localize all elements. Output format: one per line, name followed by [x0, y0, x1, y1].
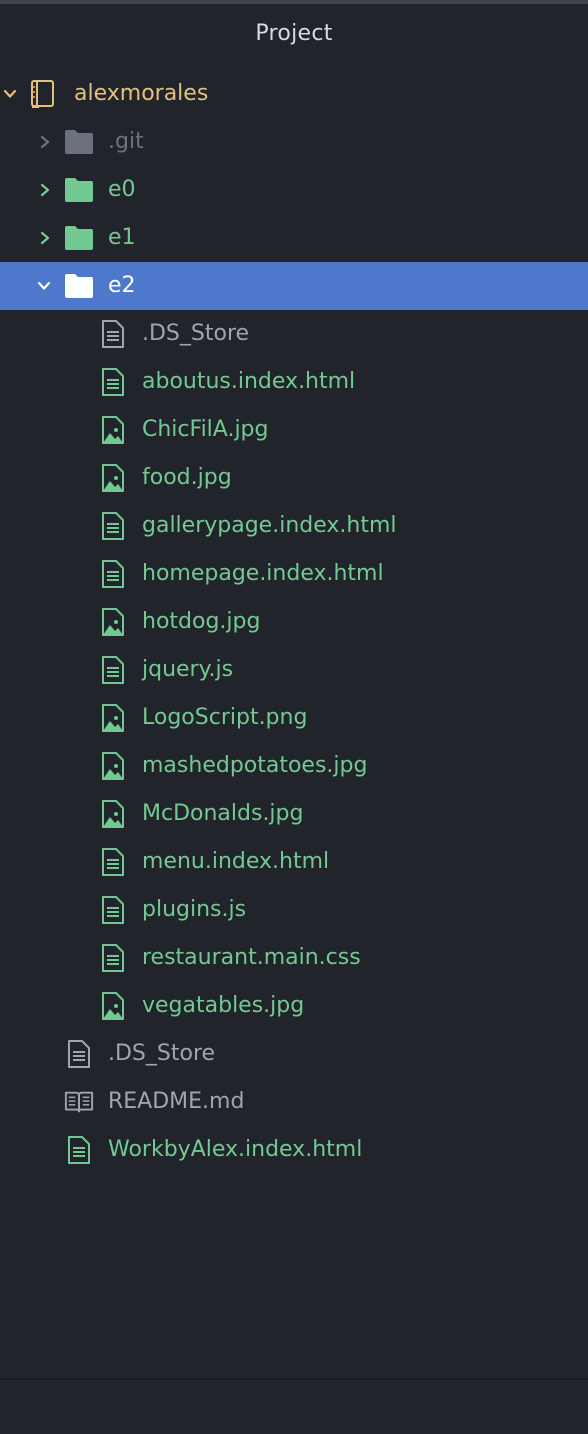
file-row[interactable]: menu.index.html: [0, 838, 588, 886]
file-label: McDonalds.jpg: [142, 801, 304, 826]
file-row[interactable]: ChicFilA.jpg: [0, 406, 588, 454]
folder-e0[interactable]: e0: [0, 166, 588, 214]
file-label: aboutus.index.html: [142, 369, 356, 394]
file-label: restaurant.main.css: [142, 945, 361, 970]
file-label: .DS_Store: [142, 321, 250, 346]
file-row[interactable]: .DS_Store: [0, 1030, 588, 1078]
file-label: jquery.js: [142, 657, 234, 682]
text-file-icon: [98, 943, 128, 973]
text-file-icon: [98, 319, 128, 349]
repo-book-icon: [28, 79, 58, 109]
file-row[interactable]: aboutus.index.html: [0, 358, 588, 406]
folder-e1[interactable]: e1: [0, 214, 588, 262]
chevron-down-icon[interactable]: [37, 279, 51, 293]
folder-git[interactable]: .git: [0, 118, 588, 166]
file-row[interactable]: mashedpotatoes.jpg: [0, 742, 588, 790]
panel-title: Project: [255, 20, 333, 46]
image-file-icon: [98, 607, 128, 637]
folder-label: e0: [108, 177, 136, 202]
image-file-icon: [98, 991, 128, 1021]
file-label: vegatables.jpg: [142, 993, 305, 1018]
folder-e2-children: .DS_Store aboutus.index.html ChicFilA.jpg f…: [0, 310, 588, 1030]
book-icon: [64, 1087, 94, 1117]
file-row[interactable]: jquery.js: [0, 646, 588, 694]
image-file-icon: [98, 415, 128, 445]
file-label: mashedpotatoes.jpg: [142, 753, 368, 778]
chevron-right-icon[interactable]: [38, 183, 52, 197]
file-row[interactable]: LogoScript.png: [0, 694, 588, 742]
folder-label: e2: [108, 273, 136, 298]
file-row[interactable]: homepage.index.html: [0, 550, 588, 598]
image-file-icon: [98, 799, 128, 829]
file-label: plugins.js: [142, 897, 247, 922]
chevron-right-icon[interactable]: [38, 231, 52, 245]
file-label: ChicFilA.jpg: [142, 417, 269, 442]
file-row[interactable]: food.jpg: [0, 454, 588, 502]
file-row[interactable]: plugins.js: [0, 886, 588, 934]
chevron-down-icon[interactable]: [3, 87, 17, 101]
file-label: food.jpg: [142, 465, 232, 490]
text-file-icon: [98, 559, 128, 589]
image-file-icon: [98, 463, 128, 493]
file-label: hotdog.jpg: [142, 609, 261, 634]
file-label: README.md: [108, 1089, 245, 1114]
text-file-icon: [98, 895, 128, 925]
chevron-right-icon[interactable]: [38, 135, 52, 149]
folder-e2[interactable]: e2: [0, 262, 588, 310]
file-row[interactable]: WorkbyAlex.index.html: [0, 1126, 588, 1174]
root-files: .DS_Store README.md WorkbyAlex.index.html: [0, 1030, 588, 1174]
file-row[interactable]: .DS_Store: [0, 310, 588, 358]
file-label: WorkbyAlex.index.html: [108, 1137, 363, 1162]
folder-label: .git: [108, 129, 144, 154]
text-file-icon: [98, 655, 128, 685]
folder-icon: [64, 223, 94, 253]
file-row[interactable]: hotdog.jpg: [0, 598, 588, 646]
status-bar: [0, 1378, 588, 1434]
text-file-icon: [98, 367, 128, 397]
folder-open-icon: [64, 271, 94, 301]
text-file-icon: [98, 847, 128, 877]
file-label: .DS_Store: [108, 1041, 216, 1066]
file-label: homepage.index.html: [142, 561, 384, 586]
text-file-icon: [64, 1039, 94, 1069]
folder-label: e1: [108, 225, 136, 250]
panel-header: Project: [0, 4, 588, 62]
image-file-icon: [98, 703, 128, 733]
file-row[interactable]: vegatables.jpg: [0, 982, 588, 1030]
file-row[interactable]: gallerypage.index.html: [0, 502, 588, 550]
tree-root-alexmorales[interactable]: alexmorales: [0, 70, 588, 118]
file-label: LogoScript.png: [142, 705, 308, 730]
text-file-icon: [98, 511, 128, 541]
file-label: gallerypage.index.html: [142, 513, 397, 538]
file-row[interactable]: McDonalds.jpg: [0, 790, 588, 838]
folder-icon: [64, 175, 94, 205]
file-tree[interactable]: alexmorales .git e0 e1 e2 .DS_Store abou…: [0, 70, 588, 1174]
file-row[interactable]: restaurant.main.css: [0, 934, 588, 982]
tree-root-label: alexmorales: [74, 81, 209, 106]
image-file-icon: [98, 751, 128, 781]
text-file-icon: [64, 1135, 94, 1165]
file-label: menu.index.html: [142, 849, 330, 874]
file-row[interactable]: README.md: [0, 1078, 588, 1126]
folder-icon: [64, 127, 94, 157]
